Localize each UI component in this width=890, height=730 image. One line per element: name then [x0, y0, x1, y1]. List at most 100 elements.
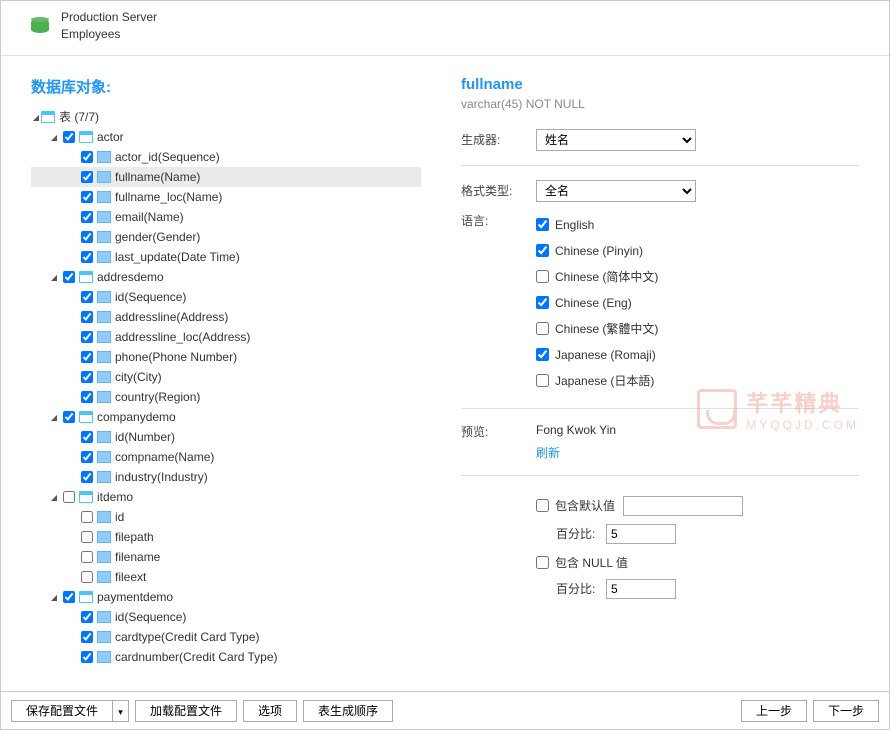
tree-checkbox[interactable] [81, 631, 93, 643]
tree-table-companydemo[interactable]: companydemo [31, 407, 421, 427]
language-checkbox[interactable] [536, 270, 549, 283]
language-label: Japanese (Romaji) [555, 348, 656, 362]
language-label: Chinese (简体中文) [555, 268, 658, 285]
generator-select[interactable]: 姓名 [536, 129, 696, 151]
tree-checkbox[interactable] [63, 131, 75, 143]
tree-column[interactable]: country(Region) [31, 387, 421, 407]
tree-column[interactable]: city(City) [31, 367, 421, 387]
language-checkbox[interactable] [536, 374, 549, 387]
save-profile-dropdown[interactable] [113, 700, 129, 722]
tree-checkbox[interactable] [81, 151, 93, 163]
tree-column[interactable]: addressline_loc(Address) [31, 327, 421, 347]
tree-column[interactable]: cardnumber(Credit Card Type) [31, 647, 421, 667]
tree-column[interactable]: gender(Gender) [31, 227, 421, 247]
language-checkbox[interactable] [536, 348, 549, 361]
tree-column[interactable]: phone(Phone Number) [31, 347, 421, 367]
divider [461, 165, 859, 166]
tree-column[interactable]: industry(Industry) [31, 467, 421, 487]
language-item[interactable]: Chinese (简体中文) [536, 264, 658, 290]
default-value-input[interactable] [623, 496, 743, 516]
tree-column[interactable]: fullname_loc(Name) [31, 187, 421, 207]
tree-checkbox[interactable] [81, 331, 93, 343]
tree-table-actor[interactable]: actor [31, 127, 421, 147]
tree-label: id(Sequence) [115, 290, 186, 304]
tree-column[interactable]: addressline(Address) [31, 307, 421, 327]
tree-checkbox[interactable] [81, 311, 93, 323]
percent-input-1[interactable] [606, 524, 676, 544]
tree-checkbox[interactable] [81, 231, 93, 243]
language-checkbox[interactable] [536, 218, 549, 231]
percent-label-1: 百分比: [556, 525, 606, 542]
options-button[interactable]: 选项 [243, 700, 297, 722]
include-default-checkbox[interactable] [536, 499, 549, 512]
tree-checkbox[interactable] [81, 211, 93, 223]
tree-checkbox[interactable] [81, 391, 93, 403]
tree-column[interactable]: id(Sequence) [31, 287, 421, 307]
language-item[interactable]: English [536, 212, 658, 238]
tree-checkbox[interactable] [81, 371, 93, 383]
tree-checkbox[interactable] [81, 431, 93, 443]
language-item[interactable]: Japanese (Romaji) [536, 342, 658, 368]
expand-caret[interactable] [49, 412, 59, 422]
tree-column[interactable]: filepath [31, 527, 421, 547]
divider [461, 475, 859, 476]
table-icon [79, 271, 93, 283]
tree-column[interactable]: fileext [31, 567, 421, 587]
language-checkbox[interactable] [536, 322, 549, 335]
expand-caret[interactable] [31, 112, 41, 122]
format-select[interactable]: 全名 [536, 180, 696, 202]
tree-checkbox[interactable] [81, 511, 93, 523]
tree-checkbox[interactable] [63, 491, 75, 503]
tree-column[interactable]: fullname(Name) [31, 167, 421, 187]
expand-caret[interactable] [49, 492, 59, 502]
expand-caret[interactable] [49, 272, 59, 282]
tree-checkbox[interactable] [81, 531, 93, 543]
language-item[interactable]: Chinese (Pinyin) [536, 238, 658, 264]
tree-column[interactable]: email(Name) [31, 207, 421, 227]
expand-caret[interactable] [49, 592, 59, 602]
tree-column[interactable]: id(Sequence) [31, 607, 421, 627]
object-tree[interactable]: 表 (7/7)actoractor_id(Sequence)fullname(N… [31, 107, 421, 667]
gen-order-button[interactable]: 表生成顺序 [303, 700, 393, 722]
language-item[interactable]: Chinese (Eng) [536, 290, 658, 316]
tree-column[interactable]: filename [31, 547, 421, 567]
next-button[interactable]: 下一步 [813, 700, 879, 722]
tree-table-paymentdemo[interactable]: paymentdemo [31, 587, 421, 607]
prev-button[interactable]: 上一步 [741, 700, 807, 722]
tree-checkbox[interactable] [81, 251, 93, 263]
tree-column[interactable]: id [31, 507, 421, 527]
save-profile-button[interactable]: 保存配置文件 [11, 700, 113, 722]
tree-column[interactable]: cardtype(Credit Card Type) [31, 627, 421, 647]
load-profile-button[interactable]: 加载配置文件 [135, 700, 237, 722]
tree-column[interactable]: compname(Name) [31, 447, 421, 467]
percent-input-2[interactable] [606, 579, 676, 599]
language-item[interactable]: Japanese (日本語) [536, 368, 658, 394]
language-label: Chinese (Pinyin) [555, 244, 643, 258]
tree-checkbox[interactable] [81, 171, 93, 183]
tree-checkbox[interactable] [81, 551, 93, 563]
tree-checkbox[interactable] [63, 411, 75, 423]
tree-table-itdemo[interactable]: itdemo [31, 487, 421, 507]
language-checkbox[interactable] [536, 244, 549, 257]
tree-checkbox[interactable] [81, 191, 93, 203]
tree-checkbox[interactable] [63, 591, 75, 603]
tree-root[interactable]: 表 (7/7) [31, 107, 421, 127]
language-checkbox[interactable] [536, 296, 549, 309]
tree-checkbox[interactable] [81, 291, 93, 303]
tree-checkbox[interactable] [81, 351, 93, 363]
tree-column[interactable]: actor_id(Sequence) [31, 147, 421, 167]
tree-checkbox[interactable] [81, 651, 93, 663]
expand-caret[interactable] [49, 132, 59, 142]
tree-checkbox[interactable] [81, 611, 93, 623]
tree-checkbox[interactable] [63, 271, 75, 283]
language-item[interactable]: Chinese (繁體中文) [536, 316, 658, 342]
tree-checkbox[interactable] [81, 571, 93, 583]
left-pane: 数据库对象: 表 (7/7)actoractor_id(Sequence)ful… [1, 56, 431, 684]
tree-column[interactable]: id(Number) [31, 427, 421, 447]
tree-checkbox[interactable] [81, 471, 93, 483]
tree-column[interactable]: last_update(Date Time) [31, 247, 421, 267]
tree-checkbox[interactable] [81, 451, 93, 463]
tree-table-addresdemo[interactable]: addresdemo [31, 267, 421, 287]
refresh-link[interactable]: 刷新 [536, 444, 560, 461]
include-null-checkbox[interactable] [536, 556, 549, 569]
